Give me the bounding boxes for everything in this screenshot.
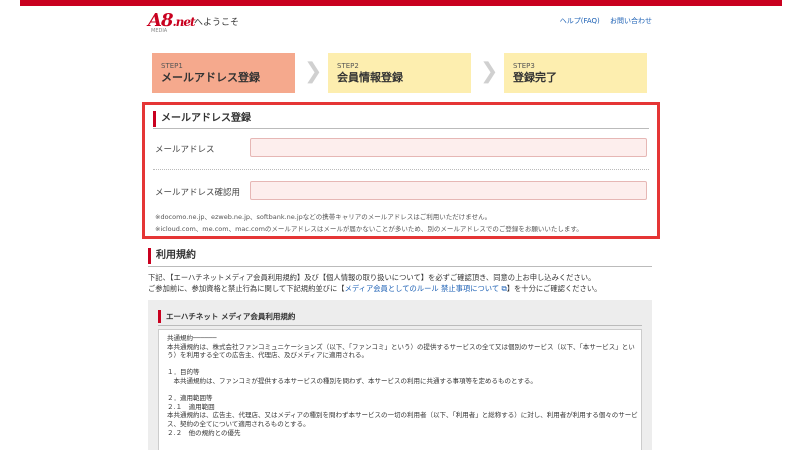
step-number: STEP3 — [513, 62, 535, 70]
terms-line: ス、契約の全てについて適用されるものとする。 — [167, 419, 310, 428]
help-faq-link[interactable]: ヘルプ(FAQ) — [560, 17, 600, 25]
registration-steps: STEP1 メールアドレス登録 ❯ STEP2 会員情報登録 ❯ STEP3 登… — [152, 53, 652, 93]
terms-intro-line-2: ご参加前に、参加資格と禁止行為に関して下記規約並びに【メディア会員としてのルール… — [148, 284, 601, 294]
terms-line — [167, 386, 633, 395]
terms-panel: エーハチネット メディア会員利用規約 共通規約────── 本共通規約は、株式会… — [148, 300, 652, 450]
email-confirm-input[interactable] — [250, 181, 647, 200]
step-2: STEP2 会員情報登録 — [328, 53, 471, 93]
step-title: メールアドレス登録 — [161, 71, 260, 84]
step-3: STEP3 登録完了 — [504, 53, 647, 93]
section-divider — [153, 128, 649, 129]
contact-link[interactable]: お問い合わせ — [610, 17, 652, 25]
terms-line: 本共通規約は、広告主、代理店、又はメディアの種別を問わず本サービスの一切の利用者… — [167, 411, 638, 420]
terms-line: ２.２ 他の規約との優先 — [167, 428, 241, 437]
terms-line — [167, 360, 633, 369]
section-divider — [158, 325, 642, 326]
terms-line: う）を利用する全ての広告主、代理店、及びメディアに適用される。 — [167, 351, 369, 360]
step-1-current: STEP1 メールアドレス登録 — [152, 53, 295, 93]
step-arrow-icon: ❯ — [480, 59, 499, 84]
icloud-email-note: ※icloud.com、me.com、mac.comのメールアドレスはメールが届… — [155, 225, 583, 233]
terms-intro-text: 】を十分にご確認ください。 — [506, 284, 602, 293]
row-divider — [153, 169, 649, 170]
step-title: 登録完了 — [513, 71, 557, 84]
terms-panel-title: エーハチネット メディア会員利用規約 — [158, 310, 642, 323]
welcome-text: へようこそ — [194, 18, 240, 28]
terms-line: 本共通規約は、株式会社ファンコミュニケーションズ（以下、「ファンコミ」という）の… — [167, 342, 635, 351]
step-title: 会員情報登録 — [337, 71, 403, 84]
step-arrow-icon: ❯ — [304, 59, 323, 84]
terms-line: ２．適用範囲等 — [167, 394, 213, 403]
site-header: A8.net MEDIA へようこそ ヘルプ(FAQ) お問い合わせ — [148, 10, 652, 34]
header-links: ヘルプ(FAQ) お問い合わせ — [552, 16, 652, 26]
media-rules-link[interactable]: メディア会員としてのルール 禁止事項について ⧉ — [345, 284, 507, 293]
terms-intro-line-1: 下記、【エーハチネットメディア会員利用規約】及び【個人情報の取り扱いについて】を… — [148, 273, 596, 282]
terms-document-scrollbox[interactable]: 共通規約────── 本共通規約は、株式会社ファンコミュニケーションズ（以下、「… — [158, 329, 642, 450]
terms-section-title: 利用規約 — [148, 248, 652, 264]
section-divider — [148, 266, 652, 267]
terms-line: 本共通規約は、ファンコミが提供する本サービスの種別を問わず、本サービスの利用に共… — [167, 376, 537, 385]
terms-line: 共通規約────── — [167, 334, 217, 342]
carrier-email-note: ※docomo.ne.jp、ezweb.ne.jp、softbank.ne.jp… — [155, 213, 492, 221]
step-number: STEP2 — [337, 62, 359, 70]
terms-line: １．目的等 — [167, 368, 200, 377]
email-registration-form: メールアドレス登録 メールアドレス メールアドレス確認用 ※docomo.ne.… — [142, 102, 660, 239]
top-brand-bar — [20, 0, 782, 6]
email-label: メールアドレス — [155, 145, 215, 155]
form-section-title: メールアドレス登録 — [153, 111, 649, 127]
logo-subtext: MEDIA — [151, 28, 168, 34]
email-confirm-label: メールアドレス確認用 — [155, 188, 241, 198]
step-number: STEP1 — [161, 62, 183, 70]
email-input[interactable] — [250, 138, 647, 157]
terms-intro-text: ご参加前に、参加資格と禁止行為に関して下記規約並びに【 — [148, 284, 345, 293]
